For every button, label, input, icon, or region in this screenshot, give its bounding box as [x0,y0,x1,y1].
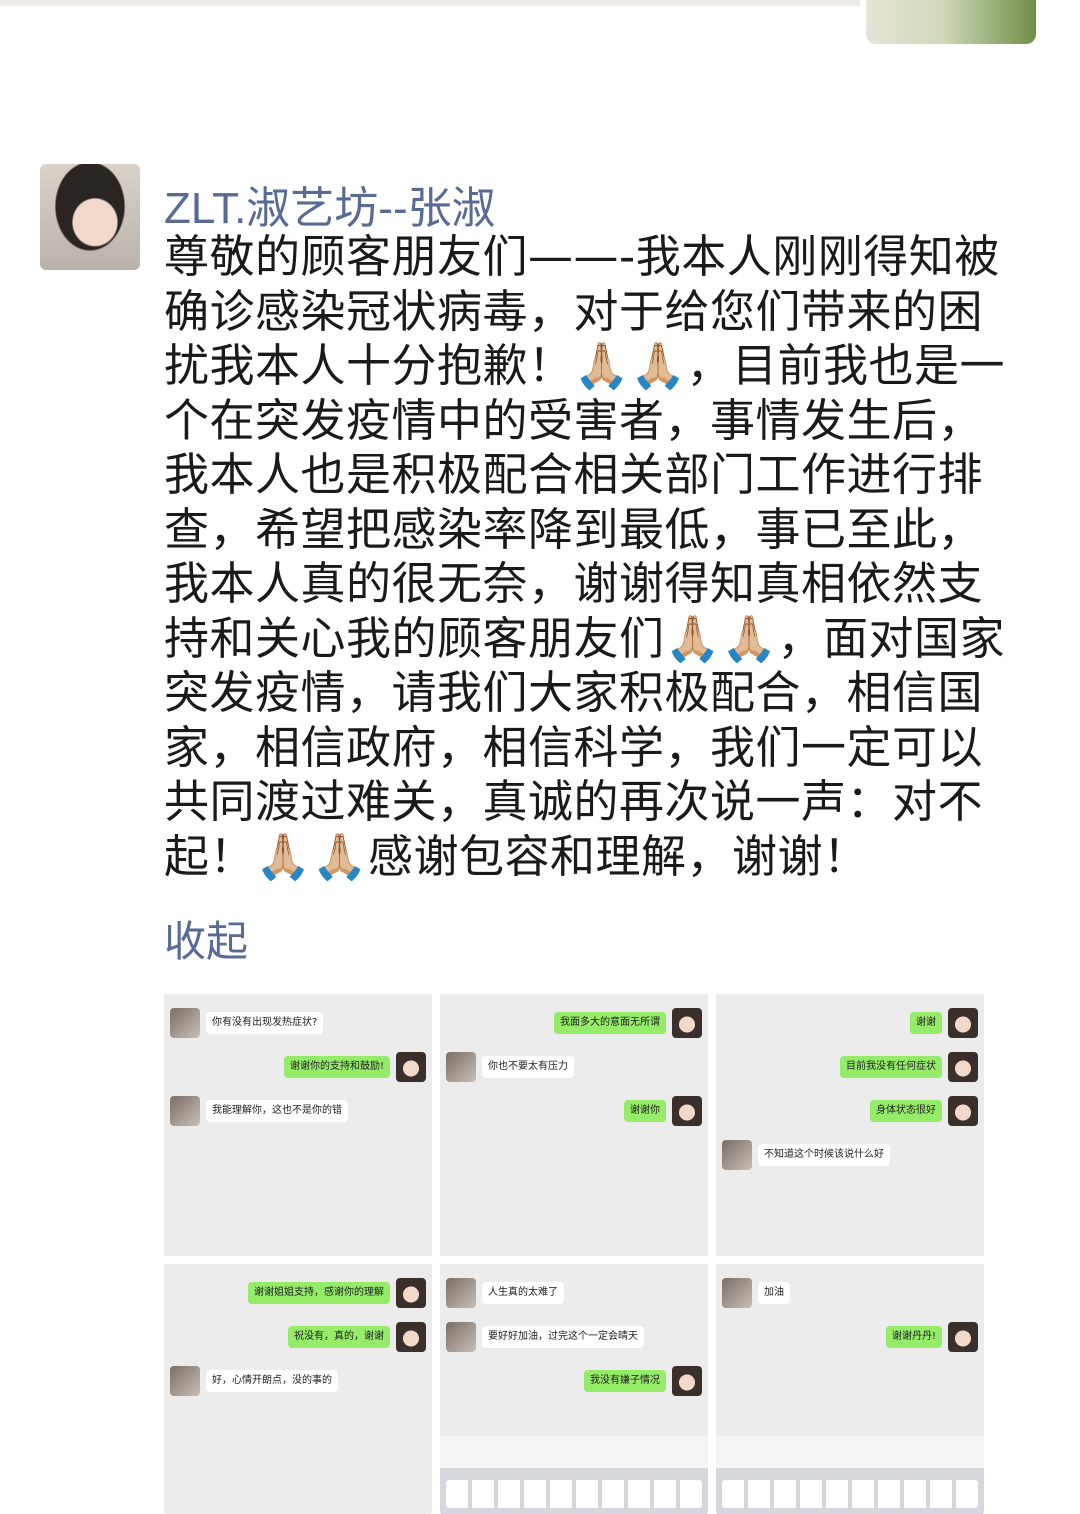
chat-message-row: 加油 [716,1274,984,1314]
chat-message-row: 谢谢丹丹! [716,1318,984,1358]
chat-avatar [948,1096,978,1126]
chat-avatar [396,1322,426,1352]
keyboard [440,1436,708,1514]
chat-message-row: 谢谢你的支持和鼓励! [164,1048,432,1088]
chat-message-row: 祝没有，真的，谢谢 [164,1318,432,1358]
post-text: 尊敬的顾客朋友们——-我本人刚刚得知被确诊感染冠状病毒，对于给您们带来的困扰我本… [164,230,1006,883]
chat-avatar [396,1052,426,1082]
chat-avatar [722,1140,752,1170]
chat-message-row: 你也不要太有压力 [440,1048,708,1088]
chat-message-row: 不知道这个时候该说什么好 [716,1136,984,1176]
chat-bubble: 加油 [758,1282,790,1304]
poster-avatar[interactable] [40,164,140,270]
chat-screenshot-4[interactable]: 谢谢姐姐支持，感谢你的理解祝没有，真的，谢谢好，心情开朗点，没的事的 [164,1264,432,1514]
chat-message-row: 身体状态很好 [716,1092,984,1132]
chat-avatar [446,1278,476,1308]
chat-bubble: 祝没有，真的，谢谢 [288,1326,390,1348]
chat-message-row: 我面多大的意面无所谓 [440,1004,708,1044]
chat-avatar [948,1008,978,1038]
keyboard [716,1436,984,1514]
previous-post-image[interactable] [866,0,1036,44]
poster-name[interactable]: ZLT.淑艺坊--张淑 [164,172,496,236]
chat-screenshot-5[interactable]: 人生真的太难了要好好加油，过完这个一定会晴天我没有嫌子情况 [440,1264,708,1514]
chat-avatar [722,1278,752,1308]
chat-message-row: 谢谢姐姐支持，感谢你的理解 [164,1274,432,1314]
chat-avatar [170,1096,200,1126]
image-grid: 你有没有出现发热症状? 谢谢你的支持和鼓励! 我能理解你，这也不是你的错 我面多大的… [164,994,984,1514]
chat-bubble: 我能理解你，这也不是你的错 [206,1100,348,1122]
chat-avatar [672,1096,702,1126]
chat-bubble: 你也不要太有压力 [482,1056,574,1078]
chat-message-row: 目前我没有任何症状 [716,1048,984,1088]
previous-post-edge [0,0,860,6]
chat-message-row: 好，心情开朗点，没的事的 [164,1362,432,1402]
chat-bubble: 谢谢姐姐支持，感谢你的理解 [248,1282,390,1304]
chat-bubble: 目前我没有任何症状 [840,1056,942,1078]
chat-message-row: 我没有嫌子情况 [440,1362,708,1402]
chat-bubble: 要好好加油，过完这个一定会晴天 [482,1326,644,1348]
chat-avatar [446,1322,476,1352]
chat-bubble: 谢谢丹丹! [885,1326,942,1348]
chat-message-row: 谢谢 [716,1004,984,1044]
chat-message-row: 我能理解你，这也不是你的错 [164,1092,432,1132]
chat-bubble: 人生真的太难了 [482,1282,564,1304]
previous-post-strip [0,0,1080,48]
chat-bubble: 我没有嫌子情况 [584,1370,666,1392]
chat-message-row: 你有没有出现发热症状? [164,1004,432,1044]
chat-avatar [170,1366,200,1396]
chat-avatar [672,1008,702,1038]
chat-avatar [948,1052,978,1082]
chat-screenshot-3[interactable]: 谢谢目前我没有任何症状身体状态很好不知道这个时候该说什么好 [716,994,984,1256]
chat-bubble: 身体状态很好 [870,1100,942,1122]
chat-avatar [396,1278,426,1308]
chat-bubble: 谢谢 [910,1012,942,1034]
chat-message-row: 谢谢你 [440,1092,708,1132]
chat-avatar [170,1008,200,1038]
chat-message-row: 人生真的太难了 [440,1274,708,1314]
chat-avatar [446,1052,476,1082]
chat-bubble: 好，心情开朗点，没的事的 [206,1370,338,1392]
chat-screenshot-1[interactable]: 你有没有出现发热症状? 谢谢你的支持和鼓励! 我能理解你，这也不是你的错 [164,994,432,1256]
chat-bubble: 你有没有出现发热症状? [206,1012,324,1034]
chat-screenshot-6[interactable]: 加油谢谢丹丹! [716,1264,984,1514]
chat-avatar [672,1366,702,1396]
chat-bubble: 不知道这个时候该说什么好 [758,1144,890,1166]
chat-avatar [948,1322,978,1352]
chat-screenshot-2[interactable]: 我面多大的意面无所谓你也不要太有压力谢谢你 [440,994,708,1256]
chat-bubble: 谢谢你的支持和鼓励! [283,1056,390,1078]
chat-message-row: 要好好加油，过完这个一定会晴天 [440,1318,708,1358]
collapse-link[interactable]: 收起 [164,908,248,969]
chat-bubble: 我面多大的意面无所谓 [554,1012,666,1034]
chat-bubble: 谢谢你 [624,1100,666,1122]
